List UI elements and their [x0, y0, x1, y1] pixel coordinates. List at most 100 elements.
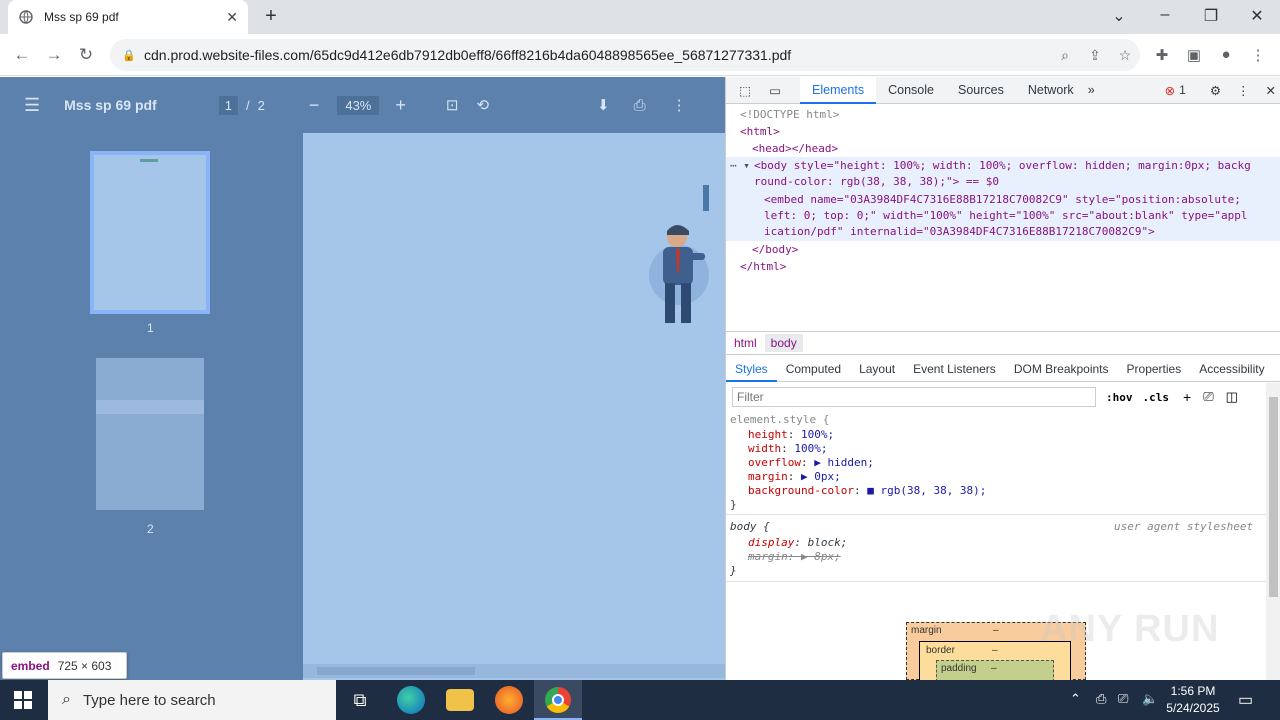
- dom-body-close[interactable]: </body>: [752, 242, 798, 259]
- chrome-icon: [545, 687, 571, 713]
- style-prop-overridden[interactable]: margin: ▶ 8px;: [748, 550, 841, 564]
- menu-kebab-icon[interactable]: ⋮: [1247, 46, 1269, 66]
- dom-doctype[interactable]: <!DOCTYPE html>: [740, 107, 839, 124]
- dom-html-open[interactable]: <html>: [740, 124, 780, 141]
- zoom-in-icon[interactable]: +: [395, 95, 406, 116]
- page-thumbnail-1[interactable]: [90, 151, 210, 314]
- horizontal-scroll-thumb[interactable]: [317, 667, 475, 675]
- cls-toggle[interactable]: .cls: [1143, 391, 1170, 404]
- subtab-dom-breakpoints[interactable]: DOM Breakpoints: [1005, 356, 1118, 382]
- volume-icon[interactable]: 🔈: [1142, 691, 1158, 707]
- dom-expand-icon[interactable]: ⋯ ▾: [730, 158, 750, 175]
- clock-date[interactable]: 5/24/2025: [1163, 701, 1223, 715]
- chrome-taskbar-item[interactable]: [534, 680, 582, 720]
- subtab-accessibility[interactable]: Accessibility: [1190, 356, 1273, 382]
- page-separator: /: [245, 97, 250, 113]
- zoom-level-input[interactable]: 43%: [337, 95, 380, 115]
- download-icon[interactable]: ⬇: [597, 96, 610, 114]
- styles-filter-input[interactable]: [732, 387, 1096, 407]
- horizontal-scrollbar[interactable]: [303, 664, 725, 678]
- bookmark-star-icon[interactable]: ☆: [1110, 47, 1140, 64]
- more-tabs-icon[interactable]: »: [1088, 83, 1095, 97]
- paint-icon[interactable]: ⎚: [1203, 389, 1213, 405]
- tab-network[interactable]: Network: [1016, 77, 1086, 104]
- back-icon[interactable]: ←: [11, 44, 33, 66]
- rotate-icon[interactable]: ⟲: [476, 96, 489, 114]
- dom-html-close[interactable]: </html>: [740, 259, 786, 276]
- tooltip-size: 725 × 603: [57, 658, 112, 673]
- more-actions-icon[interactable]: ⋮: [672, 96, 687, 114]
- search-icon: ⌕: [62, 691, 71, 708]
- style-prop-row[interactable]: background-color: ■ rgb(38, 38, 38);: [748, 484, 986, 498]
- tray-chevron-icon[interactable]: ⌃: [1070, 691, 1081, 707]
- page-number-input[interactable]: 1: [218, 95, 238, 115]
- crumb-body[interactable]: body: [764, 334, 803, 352]
- window-close-icon[interactable]: ✕: [1245, 6, 1269, 26]
- box-padding-value[interactable]: –: [991, 663, 997, 674]
- hov-toggle[interactable]: :hov: [1106, 391, 1133, 404]
- scroll-indicator[interactable]: [703, 185, 709, 211]
- rule-divider: [726, 581, 1266, 582]
- browser-tab[interactable]: Mss sp 69 pdf ✕: [8, 0, 248, 34]
- print-icon[interactable]: ⎙: [634, 97, 646, 114]
- task-view-icon[interactable]: ⧉: [346, 686, 374, 714]
- tab-elements[interactable]: Elements: [800, 76, 877, 104]
- taskbar-search[interactable]: ⌕ Type here to search: [48, 680, 336, 720]
- profile-avatar-icon[interactable]: ●: [1215, 46, 1237, 66]
- zoom-out-icon[interactable]: −: [309, 95, 320, 116]
- element-style-selector[interactable]: element.style {: [730, 413, 829, 427]
- styles-subtabs: Styles Computed Layout Event Listeners D…: [726, 356, 1280, 382]
- new-rule-icon[interactable]: +: [1183, 389, 1191, 405]
- body-rule-selector[interactable]: body {: [730, 520, 770, 534]
- styles-scrollbar[interactable]: [1266, 383, 1280, 680]
- edge-icon[interactable]: [397, 686, 425, 714]
- style-prop-row[interactable]: margin: ▶ 0px;: [748, 470, 841, 484]
- network-icon[interactable]: ⎚: [1118, 691, 1128, 707]
- windows-taskbar: ⌕ Type here to search ⧉ ⌃ ⎙ ⎚ 🔈 1:56 PM …: [0, 680, 1280, 720]
- subtab-computed[interactable]: Computed: [777, 356, 850, 382]
- subtab-properties[interactable]: Properties: [1118, 356, 1191, 382]
- zoom-icon[interactable]: ⌕: [1050, 47, 1080, 64]
- style-prop-row[interactable]: overflow: ▶ hidden;: [748, 456, 874, 470]
- box-margin-value[interactable]: –: [993, 625, 999, 636]
- new-tab-button[interactable]: +: [260, 6, 282, 28]
- box-border-value[interactable]: –: [992, 645, 998, 656]
- firefox-icon[interactable]: [495, 686, 523, 714]
- share-icon[interactable]: ⇪: [1080, 47, 1110, 64]
- notifications-icon[interactable]: ▭: [1238, 690, 1253, 710]
- sidebar-menu-icon[interactable]: ☰: [24, 95, 40, 116]
- clock-time[interactable]: 1:56 PM: [1166, 684, 1220, 698]
- forward-icon[interactable]: →: [43, 44, 65, 66]
- restore-icon[interactable]: ❐: [1199, 6, 1223, 26]
- minimize-icon[interactable]: –: [1153, 6, 1177, 24]
- toggle-sidebar-icon[interactable]: ◫: [1226, 389, 1238, 405]
- windows-start-icon[interactable]: [14, 691, 32, 709]
- devtools-menu-icon[interactable]: ⋮: [1237, 83, 1250, 98]
- extensions-icon[interactable]: ✚: [1151, 46, 1173, 66]
- devtools-close-icon[interactable]: ✕: [1266, 83, 1276, 98]
- subtab-layout[interactable]: Layout: [850, 356, 904, 382]
- file-explorer-icon[interactable]: [446, 689, 474, 711]
- device-toolbar-icon[interactable]: ▭: [760, 83, 790, 98]
- style-prop-row[interactable]: width: 100%;: [748, 442, 828, 456]
- tray-device-icon[interactable]: ⎙: [1096, 691, 1106, 707]
- tab-search-icon[interactable]: ⌄: [1107, 6, 1131, 26]
- style-prop-row[interactable]: display: block;: [748, 536, 847, 550]
- tab-sources[interactable]: Sources: [946, 77, 1016, 104]
- subtab-event-listeners[interactable]: Event Listeners: [904, 356, 1005, 382]
- page-thumbnail-2[interactable]: [96, 358, 204, 510]
- address-bar[interactable]: 🔒 cdn.prod.website-files.com/65dc9d412e6…: [110, 39, 1140, 71]
- styles-scroll-thumb[interactable]: [1269, 397, 1278, 597]
- reload-icon[interactable]: ↻: [75, 44, 97, 66]
- tab-close-icon[interactable]: ✕: [226, 9, 238, 26]
- error-icon[interactable]: ⊗: [1165, 83, 1175, 98]
- tab-console[interactable]: Console: [876, 77, 946, 104]
- style-prop-row[interactable]: height: 100%;: [748, 428, 834, 442]
- inspect-element-icon[interactable]: ⬚: [730, 83, 760, 98]
- settings-gear-icon[interactable]: ⚙: [1210, 83, 1221, 98]
- subtab-styles[interactable]: Styles: [726, 356, 777, 382]
- side-panel-icon[interactable]: ▣: [1183, 46, 1205, 66]
- crumb-html[interactable]: html: [728, 334, 763, 352]
- fit-page-icon[interactable]: ⊡: [446, 96, 459, 114]
- dom-head[interactable]: <head></head>: [752, 141, 838, 158]
